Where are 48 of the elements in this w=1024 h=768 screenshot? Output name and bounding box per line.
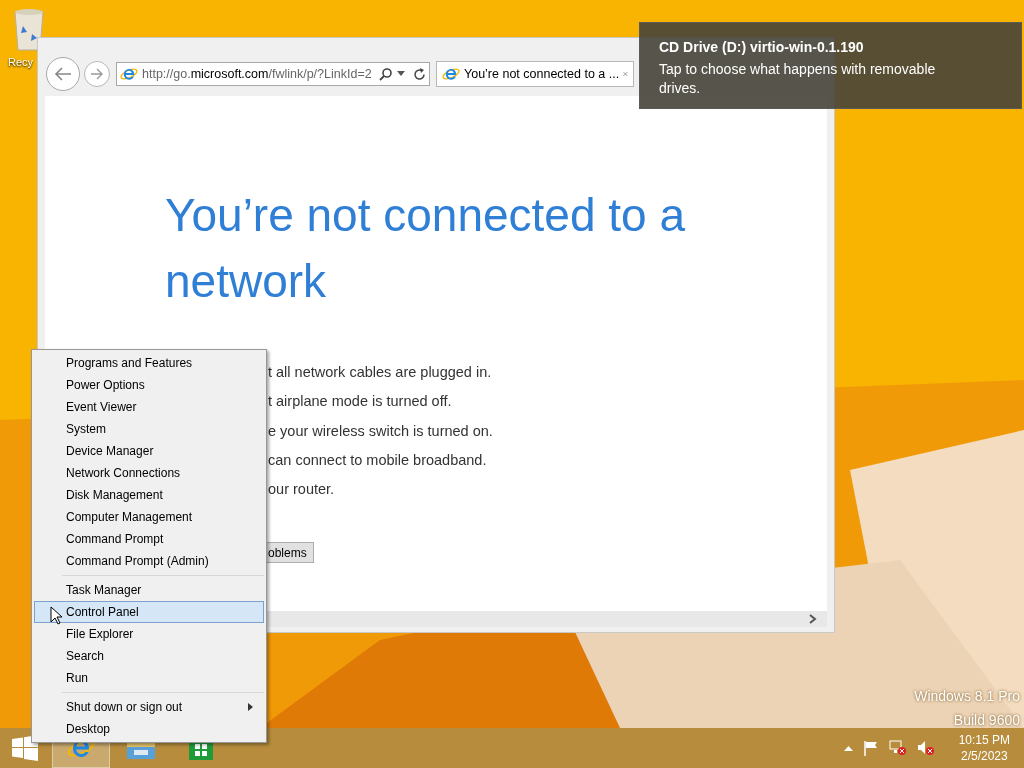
tip-text: e your wireless switch is turned on. — [268, 421, 494, 441]
menu-item[interactable]: Command Prompt — [34, 528, 264, 550]
address-bar[interactable]: http://go.microsoft.com/fwlink/p/?LinkId=2 — [116, 62, 430, 86]
menu-item[interactable]: File Explorer — [34, 623, 264, 645]
address-url: http://go.microsoft.com/fwlink/p/?LinkId=2 — [142, 65, 372, 83]
back-arrow-icon — [54, 67, 72, 81]
menu-item[interactable]: Event Viewer — [34, 396, 264, 418]
windows-logo-icon — [12, 735, 38, 761]
menu-item[interactable]: Shut down or sign out — [34, 696, 264, 718]
menu-item[interactable]: Command Prompt (Admin) — [34, 550, 264, 572]
page-heading: You’re not connected to a network — [165, 188, 687, 309]
menu-item[interactable]: Task Manager — [34, 579, 264, 601]
browser-tab[interactable]: You’re not connected to a ... — [436, 61, 634, 87]
menu-item[interactable]: Search — [34, 645, 264, 667]
menu-item[interactable]: Power Options — [34, 374, 264, 396]
forward-arrow-icon — [90, 68, 104, 80]
tip-text: t airplane mode is turned off. — [268, 392, 453, 412]
menu-item[interactable]: Device Manager — [34, 440, 264, 462]
network-error-icon[interactable] — [888, 740, 907, 756]
menu-item[interactable]: Network Connections — [34, 462, 264, 484]
browser-e-icon — [120, 65, 138, 83]
tip-text: our router. — [268, 480, 336, 500]
notification-title: CD Drive (D:) virtio-win-0.1.190 — [659, 38, 865, 57]
muted-speaker-icon[interactable] — [916, 740, 935, 756]
tip-text: can connect to mobile broadband. — [268, 450, 488, 470]
tab-title: You’re not connected to a ... — [464, 65, 620, 83]
back-button[interactable] — [46, 57, 80, 91]
flag-icon[interactable] — [862, 740, 879, 756]
notification-toast[interactable]: CD Drive (D:) virtio-win-0.1.190 Tap to choose what happens with removable drives. — [639, 22, 1022, 109]
menu-item[interactable]: System — [34, 418, 264, 440]
browser-e-icon — [442, 65, 460, 83]
menu-item[interactable]: Control Panel — [34, 601, 264, 623]
forward-button[interactable] — [84, 61, 110, 87]
notification-body: Tap to choose what happens with removable drives. — [659, 60, 937, 98]
mouse-cursor-icon — [50, 606, 62, 625]
tip-text: t all network cables are plugged in. — [268, 363, 493, 382]
search-icon[interactable] — [379, 67, 393, 81]
menu-item[interactable]: Run — [34, 667, 264, 689]
menu-item[interactable]: Programs and Features — [34, 352, 264, 374]
refresh-icon[interactable] — [413, 67, 426, 81]
menu-item[interactable]: Disk Management — [34, 484, 264, 506]
close-icon[interactable] — [623, 69, 628, 79]
dropdown-caret-icon[interactable] — [397, 71, 405, 77]
edition-text: Build 9600 — [953, 711, 1020, 730]
edition-text: Windows 8.1 Pro — [914, 687, 1020, 706]
menu-item[interactable]: Computer Management — [34, 506, 264, 528]
menu-item[interactable]: Desktop — [34, 718, 264, 740]
show-hidden-icons-caret-icon[interactable] — [843, 745, 853, 751]
